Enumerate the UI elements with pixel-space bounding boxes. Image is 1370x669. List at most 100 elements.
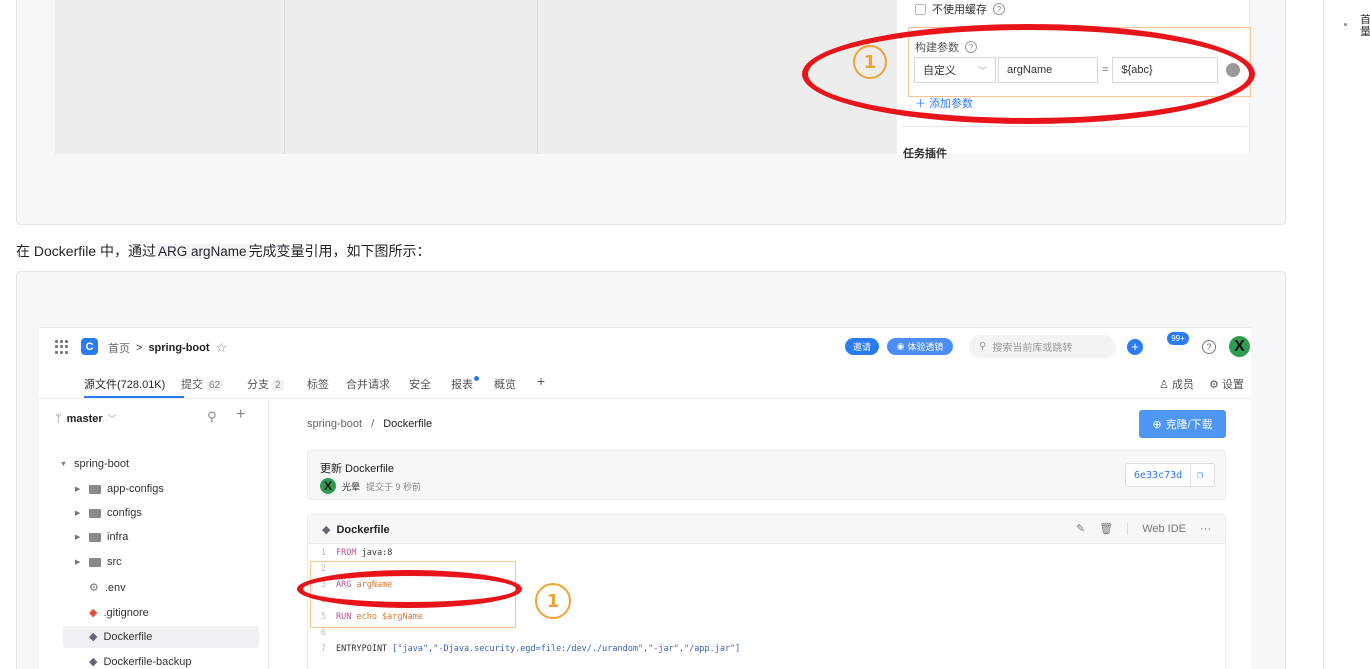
tree-file[interactable]: ◆ .gitignore — [89, 606, 149, 620]
paragraph-text: 完成变量引用，如下图所示： — [248, 243, 431, 259]
branch-icon: ᛘ — [55, 412, 62, 425]
tree-file[interactable]: ◆ Dockerfile-backup — [89, 655, 192, 669]
branch-name: master — [66, 412, 103, 425]
tab-tags[interactable]: 标签 — [307, 376, 329, 392]
clone-download-button[interactable]: ⊕ 克隆/下载 — [1139, 410, 1226, 438]
help-icon[interactable]: ? — [993, 3, 1005, 15]
copy-icon[interactable]: ❐ — [1191, 470, 1209, 481]
caret-right-icon: ▶ — [75, 510, 81, 517]
tab-commits-label: 提交 — [181, 379, 203, 391]
code-text: ["java","-Djava.security.egd=file:/dev/.… — [387, 644, 741, 654]
file-toolbar: ✎ 🗑 Web IDE ··· — [1076, 522, 1211, 535]
file-path: spring-boot / Dockerfile — [307, 418, 432, 430]
line-number: 7 — [320, 644, 326, 654]
breadcrumb-separator: > — [136, 342, 143, 354]
tree-file[interactable]: ⚙ .env — [89, 581, 126, 595]
chevron-down-icon: ﹀ — [107, 414, 117, 424]
tab-overview[interactable]: 概览 — [494, 376, 516, 392]
lens-icon: ◉ — [896, 341, 905, 351]
tree-folder[interactable]: ▶ src — [75, 556, 122, 568]
create-plus-icon[interactable]: + — [1127, 339, 1143, 355]
branch-selector[interactable]: ᛘ master ﹀ — [55, 412, 117, 425]
gear-icon: ⚙ — [89, 582, 99, 594]
members-link[interactable]: ♙ 成员 — [1159, 376, 1194, 392]
apps-grid-icon[interactable] — [55, 340, 69, 354]
file-name: ◆ Dockerfile — [322, 523, 390, 537]
user-icon: ♙ — [1159, 379, 1169, 391]
tree-item-label: .env — [104, 581, 126, 594]
commit-message[interactable]: 更新 Dockerfile — [320, 460, 394, 476]
caret-right-icon: ▶ — [75, 534, 81, 541]
toc-item[interactable]: 首量 — [1360, 14, 1370, 38]
notification-badge[interactable]: 99+ — [1167, 332, 1189, 345]
red-highlight-oval — [297, 570, 522, 608]
folder-icon — [89, 557, 101, 567]
docker-icon: ◆ — [322, 524, 331, 536]
tree-folder[interactable]: ▶ app-configs — [75, 483, 164, 495]
path-separator: / — [371, 418, 375, 430]
tab-reports[interactable]: 报表 — [451, 376, 479, 392]
checkbox[interactable] — [915, 3, 926, 15]
folder-icon — [89, 484, 101, 494]
star-icon[interactable]: ☆ — [216, 340, 228, 356]
invite-button[interactable]: 邀请 — [845, 338, 879, 355]
path-repo[interactable]: spring-boot — [307, 418, 362, 430]
breadcrumb: 首页 > spring-boot ☆ — [108, 340, 227, 356]
avatar[interactable]: X — [1229, 336, 1250, 357]
tab-branches-label: 分支 — [247, 379, 269, 391]
web-ide-button[interactable]: Web IDE — [1142, 523, 1186, 535]
search-icon[interactable]: ⚲ — [207, 409, 217, 425]
download-icon: ⊕ — [1152, 418, 1162, 431]
caret-right-icon: ▶ — [75, 559, 81, 566]
trial-lens-button[interactable]: ◉ 体验透镜 — [887, 338, 953, 355]
divider — [1127, 522, 1129, 535]
settings-label: 设置 — [1221, 379, 1244, 391]
breadcrumb-repo[interactable]: spring-boot — [148, 342, 209, 354]
help-icon[interactable]: ? — [1202, 340, 1216, 354]
column-1 — [55, 0, 285, 154]
tab-commits[interactable]: 提交 62 — [181, 376, 224, 392]
tab-security[interactable]: 安全 — [409, 376, 431, 392]
tree-root[interactable]: ▼ spring-boot — [60, 458, 129, 470]
tab-merge-requests[interactable]: 合并请求 — [346, 376, 390, 392]
screenshot-card-top: 不使用缓存 ? 构建参数 ? 自定义 ﹀ argName = ${abc} ＋ … — [16, 0, 1286, 225]
callout-number-1: 1 — [535, 583, 571, 619]
settings-link[interactable]: ⚙ 设置 — [1209, 376, 1244, 392]
tree-item-label: Dockerfile-backup — [103, 655, 192, 668]
breadcrumb-home[interactable]: 首页 — [108, 340, 130, 356]
no-cache-option[interactable]: 不使用缓存 ? — [915, 1, 1005, 17]
tab-add[interactable]: + — [537, 373, 545, 389]
docker-icon: ◆ — [89, 656, 98, 668]
red-highlight-oval — [802, 24, 1255, 124]
repo-app: C 首页 > spring-boot ☆ 邀请 ◉ 体验透镜 ⚲ 搜索当前库或跳… — [39, 327, 1251, 669]
line-number: 1 — [320, 548, 326, 558]
global-search-input[interactable]: ⚲ 搜索当前库或跳转 — [969, 335, 1116, 358]
body-paragraph: 在 Dockerfile 中，通过 ARG argName 完成变量引用，如下图所示… — [16, 241, 431, 261]
tab-branches[interactable]: 分支 2 — [247, 376, 284, 392]
column-2 — [285, 0, 538, 154]
tree-file-selected[interactable]: ◆ Dockerfile — [89, 630, 153, 644]
tree-folder[interactable]: ▶ configs — [75, 507, 142, 519]
add-file-icon[interactable]: + — [236, 406, 245, 424]
logo-icon[interactable]: C — [81, 338, 98, 355]
repo-tabs: 源文件(728.01K) 提交 62 分支 2 标签 合并请求 安全 报表 概览 +… — [39, 366, 1251, 399]
docker-icon: ◆ — [89, 631, 98, 643]
git-icon: ◆ — [89, 607, 98, 619]
tree-item-label: configs — [107, 507, 142, 519]
tree-item-label: Dockerfile — [103, 630, 153, 643]
tab-source-files[interactable]: 源文件(728.01K) — [84, 376, 165, 392]
tree-folder[interactable]: ▶ infra — [75, 531, 128, 543]
gear-icon: ⚙ — [1209, 379, 1219, 391]
more-icon[interactable]: ··· — [1200, 523, 1211, 535]
latest-commit: 更新 Dockerfile X 光晕 提交于 9 秒前 6e33c73d ❐ — [307, 450, 1226, 500]
tree-item-label: .gitignore — [103, 606, 149, 619]
commit-author[interactable]: 光晕 — [342, 480, 360, 493]
tree-item-label: src — [107, 556, 122, 568]
edit-pencil-icon[interactable]: ✎ — [1076, 522, 1085, 535]
commit-hash-value[interactable]: 6e33c73d — [1126, 464, 1192, 486]
commit-hash[interactable]: 6e33c73d ❐ — [1125, 463, 1215, 487]
no-cache-label: 不使用缓存 — [932, 4, 987, 16]
trash-icon[interactable]: 🗑 — [1099, 522, 1113, 535]
divider — [901, 126, 1247, 127]
active-tab-indicator — [84, 396, 184, 398]
